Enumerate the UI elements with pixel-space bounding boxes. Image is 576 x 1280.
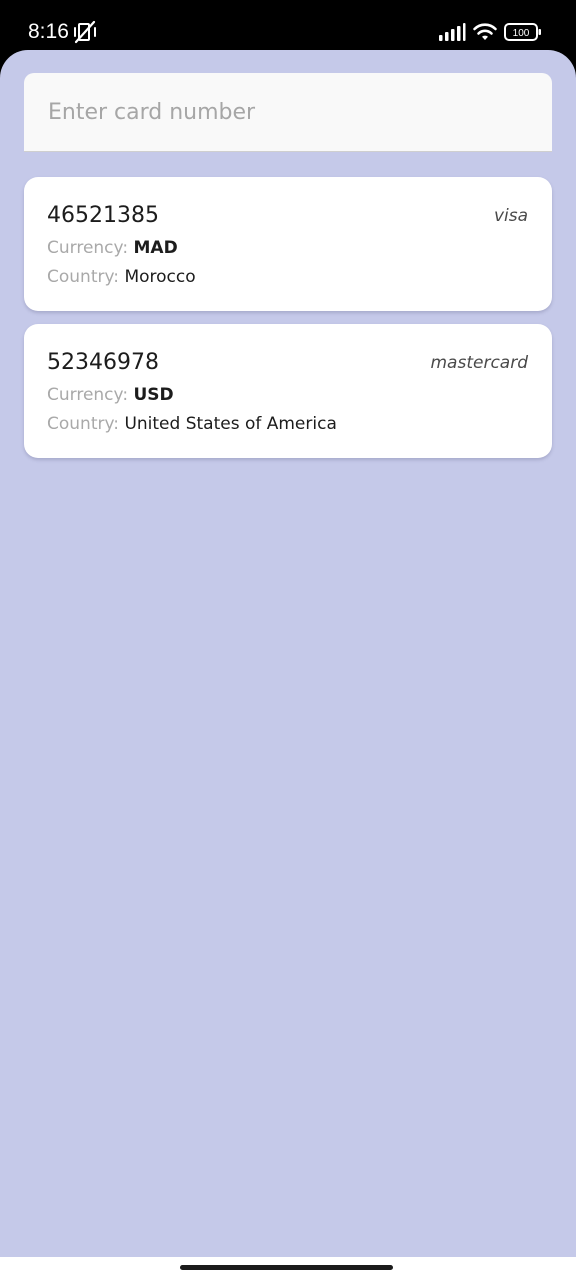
- card-brand: visa: [493, 206, 528, 226]
- currency-value: USD: [133, 385, 174, 405]
- country-value: United States of America: [124, 414, 337, 434]
- battery-level-text: 100: [513, 28, 530, 39]
- currency-label: Currency:: [47, 385, 134, 405]
- card-currency-row: Currency: MAD: [47, 237, 178, 259]
- currency-value: MAD: [133, 238, 178, 258]
- card-item[interactable]: 46521385 visa Currency: MAD Country: Mor…: [24, 177, 552, 311]
- status-time: 8:16: [28, 20, 69, 43]
- battery-icon: 100: [504, 23, 542, 41]
- wifi-icon: [472, 21, 498, 43]
- country-label: Country:: [47, 414, 125, 434]
- card-currency-row: Currency: USD: [47, 384, 174, 406]
- card-number: 52346978: [47, 350, 159, 375]
- status-bar: 8:16 100: [0, 0, 576, 52]
- navigation-bar: [0, 1257, 576, 1280]
- card-country-row: Country: Morocco: [47, 266, 196, 288]
- card-number: 46521385: [47, 203, 159, 228]
- currency-label: Currency:: [47, 238, 134, 258]
- country-value: Morocco: [124, 267, 196, 287]
- card-country-row: Country: United States of America: [47, 413, 337, 435]
- card-number-search-field[interactable]: [24, 73, 552, 152]
- country-label: Country:: [47, 267, 125, 287]
- mute-vibrate-icon: [72, 20, 98, 44]
- card-number-input[interactable]: [24, 73, 552, 151]
- card-brand: mastercard: [430, 353, 529, 373]
- home-indicator[interactable]: [180, 1265, 393, 1270]
- signal-icon: [438, 22, 466, 42]
- card-item[interactable]: 52346978 mastercard Currency: USD Countr…: [24, 324, 552, 458]
- app-screen: 46521385 visa Currency: MAD Country: Mor…: [0, 50, 576, 1257]
